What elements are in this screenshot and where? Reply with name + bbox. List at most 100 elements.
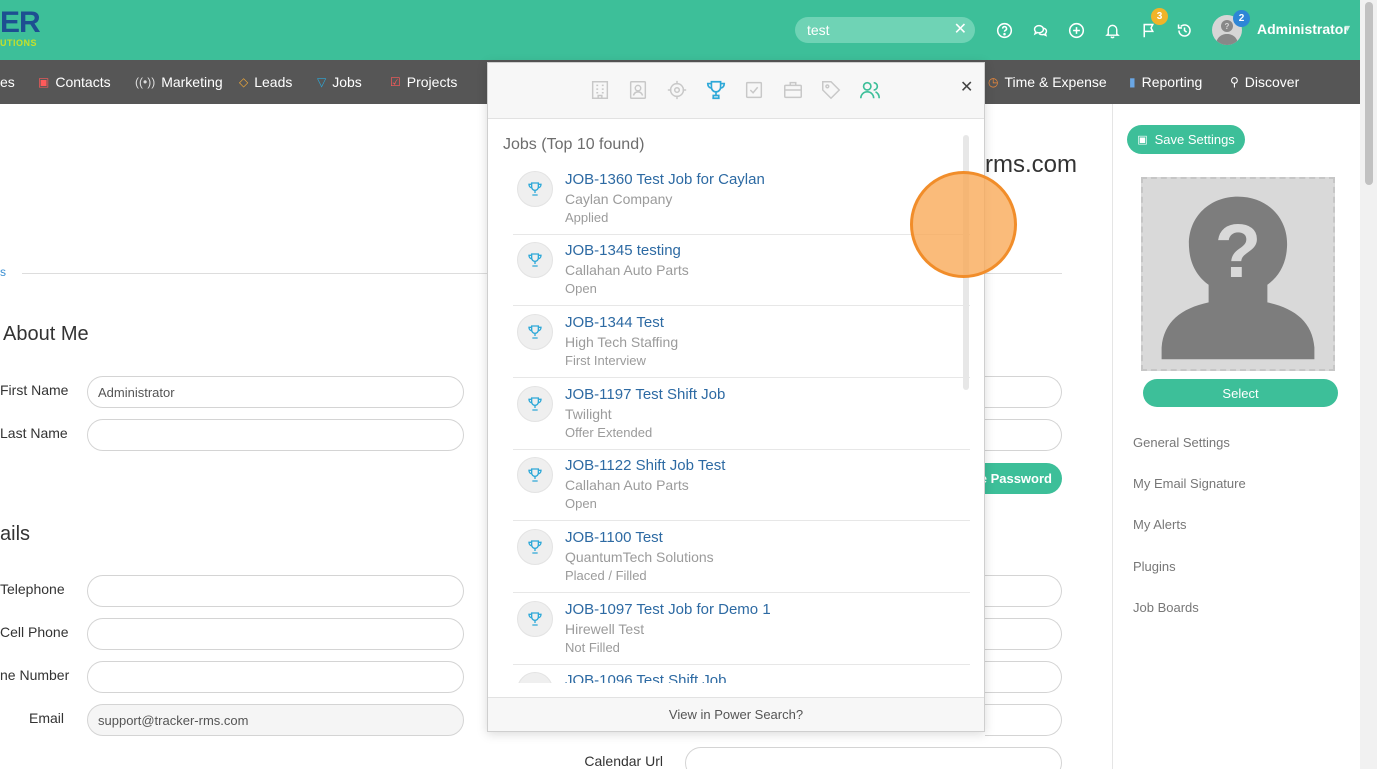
calendar-url-label: Calendar Url [584,753,663,769]
nav-item-label: Contacts [55,74,111,90]
list-item[interactable]: JOB-1122 Shift Job Test Callahan Auto Pa… [513,449,970,521]
result-status: First Interview [565,353,646,368]
email-label: Email [28,710,64,726]
chevron-down-icon[interactable]: ▼ [1343,23,1352,33]
list-item[interactable]: JOB-1344 Test High Tech Staffing First I… [513,306,970,378]
sidebar-link-email-signature[interactable]: My Email Signature [1133,476,1246,491]
category-tabs: ✕ [488,63,984,119]
right-field-4[interactable] [985,618,1062,650]
nav-item-partial[interactable]: es [0,74,15,90]
contact-card-icon[interactable] [626,78,650,102]
right-field-6[interactable] [985,704,1062,736]
result-title[interactable]: JOB-1345 testing [565,242,681,259]
nav-item-label: Marketing [161,74,223,90]
nav-item-jobs[interactable]: ▽ Jobs [317,74,362,90]
right-field-3[interactable] [985,575,1062,607]
telephone-field[interactable] [87,575,464,607]
click-indicator [910,171,1017,278]
last-name-field[interactable] [87,419,464,451]
telephone-label: Telephone [0,581,65,597]
list-item[interactable]: JOB-1100 Test QuantumTech Solutions Plac… [513,521,970,593]
right-field-1[interactable] [985,376,1062,408]
page-scrollbar[interactable] [1360,0,1377,769]
result-title[interactable]: JOB-1097 Test Job for Demo 1 [565,601,771,618]
power-search-link[interactable]: View in Power Search? [488,697,984,731]
cell-phone-field[interactable] [87,618,464,650]
svg-text:?: ? [1215,209,1262,294]
result-status: Placed / Filled [565,568,647,583]
result-company: Hirewell Test [565,621,645,637]
top-bar: ER UTIONS ✕ 3 ? 2 Administrator ▼ [0,0,1377,60]
target-icon[interactable] [665,78,689,102]
list-item[interactable]: JOB-1345 testing Callahan Auto Parts Ope… [513,234,970,306]
result-company: Callahan Auto Parts [565,477,689,493]
history-icon[interactable] [1174,20,1194,40]
page-title: rms.com [985,151,1077,178]
right-field-5[interactable] [985,661,1062,693]
clock-icon: ◷ [988,75,999,89]
close-icon[interactable]: ✕ [954,20,967,40]
close-icon[interactable]: ✕ [960,77,973,97]
nav-item-label: es [0,74,15,90]
result-company: Twilight [565,406,612,422]
result-title[interactable]: JOB-1100 Test [565,529,663,546]
global-search[interactable]: ✕ [795,17,975,43]
bell-icon[interactable] [1102,20,1122,40]
sidebar-link-job-boards[interactable]: Job Boards [1133,600,1199,615]
nav-item-contacts[interactable]: ▣ Contacts [38,74,111,90]
calendar-url-field[interactable] [685,747,1062,769]
profile-photo-placeholder: ? [1141,177,1335,371]
save-settings-button[interactable]: ▣ Save Settings [1127,125,1245,154]
nav-item-discover[interactable]: ⚲ Discover [1230,74,1299,90]
trophy-icon [517,601,553,637]
right-field-2[interactable] [985,419,1062,451]
result-company: Callahan Auto Parts [565,262,689,278]
change-password-button[interactable]: e Password [975,463,1062,494]
nav-item-projects[interactable]: ☑ Projects [390,74,457,90]
list-item[interactable]: JOB-1360 Test Job for Caylan Caylan Comp… [513,163,970,235]
add-circle-icon[interactable] [1066,20,1086,40]
flag-icon[interactable]: 3 [1138,8,1168,40]
nav-item-time-expense[interactable]: ◷ Time & Expense [988,74,1107,90]
result-title[interactable]: JOB-1197 Test Shift Job [565,386,725,403]
logo[interactable]: ER UTIONS [0,8,41,49]
email-field[interactable] [87,704,464,736]
trophy-icon[interactable] [704,78,728,102]
nav-item-marketing[interactable]: ((•)) Marketing [135,74,223,90]
result-title[interactable]: JOB-1122 Shift Job Test [565,457,725,474]
nav-item-leads[interactable]: ◇ Leads [239,74,292,90]
list-item[interactable]: JOB-1096 Test Shift Job [513,664,970,683]
first-name-label: First Name [0,382,69,398]
save-settings-label: Save Settings [1154,132,1235,147]
nav-item-label: Reporting [1141,74,1203,90]
list-item[interactable]: JOB-1197 Test Shift Job Twilight Offer E… [513,378,970,450]
user-name[interactable]: Administrator [1257,21,1349,37]
sidebar-link-general-settings[interactable]: General Settings [1133,435,1230,450]
trophy-icon [517,171,553,207]
result-title[interactable]: JOB-1096 Test Shift Job [565,672,726,683]
briefcase-icon[interactable] [781,78,805,102]
result-title[interactable]: JOB-1344 Test [565,314,664,331]
trophy-icon [517,242,553,278]
trophy-icon [517,672,553,683]
tag-icon[interactable] [819,78,843,102]
check-square-icon[interactable] [742,78,766,102]
scrollbar-thumb[interactable] [1365,2,1373,185]
building-icon[interactable] [588,78,612,102]
help-icon[interactable] [994,20,1014,40]
list-item[interactable]: JOB-1097 Test Job for Demo 1 Hirewell Te… [513,593,970,665]
details-heading: ails [0,523,31,545]
select-photo-button[interactable]: Select [1143,379,1338,407]
people-icon[interactable] [858,78,882,102]
avatar-badge: 2 [1233,10,1250,27]
sidebar-link-alerts[interactable]: My Alerts [1133,517,1186,532]
first-name-field[interactable] [87,376,464,408]
phone-number-field[interactable] [87,661,464,693]
sidebar-link-plugins[interactable]: Plugins [1133,559,1176,574]
nav-item-reporting[interactable]: ▮ Reporting [1129,74,1202,90]
tab-link[interactable]: s [0,265,6,279]
chat-icon[interactable] [1030,20,1050,40]
result-title[interactable]: JOB-1360 Test Job for Caylan [565,171,765,188]
search-input[interactable] [807,21,947,39]
search-icon: ⚲ [1230,75,1239,89]
